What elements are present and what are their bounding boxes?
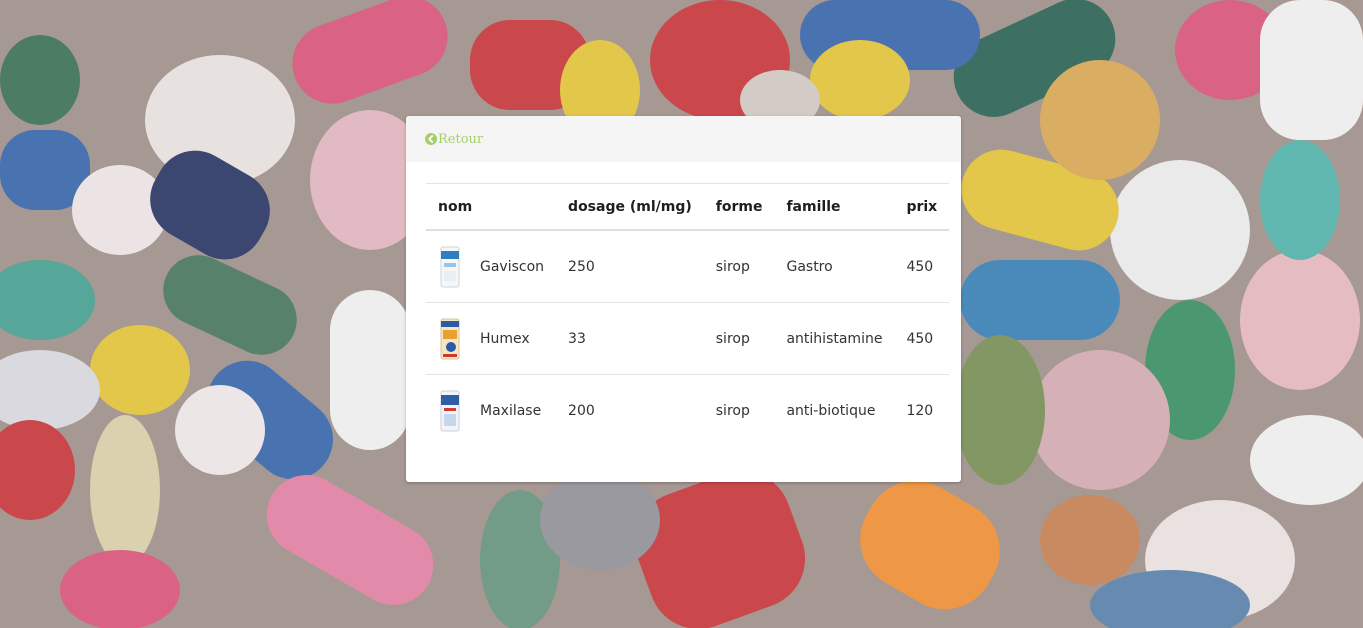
col-header-nom: nom <box>426 183 557 231</box>
product-famille: antihistamine <box>774 302 895 375</box>
product-dosage: 250 <box>556 230 704 303</box>
product-prix: 450 <box>894 302 950 375</box>
table-row[interactable]: Humex 33 sirop antihistamine 450 <box>426 302 950 375</box>
col-header-famille: famille <box>774 183 895 231</box>
chevron-circle-left-icon <box>425 133 437 145</box>
col-header-prix: prix <box>894 183 950 231</box>
product-prix: 120 <box>906 402 934 419</box>
product-prix: 450 <box>894 230 950 303</box>
products-table: nom dosage (ml/mg) forme famille prix Ga… <box>426 183 950 447</box>
table-row[interactable]: Gaviscon 250 sirop Gastro 450 <box>426 230 950 303</box>
product-forme: sirop <box>703 302 775 375</box>
product-image-humex <box>440 318 460 359</box>
col-header-forme: forme <box>703 183 775 231</box>
product-famille: Gastro <box>774 230 895 303</box>
back-link[interactable]: Retour <box>425 132 483 147</box>
table-header-row: nom dosage (ml/mg) forme famille prix <box>426 183 950 231</box>
product-name: Gaviscon <box>480 258 545 275</box>
card-header: Retour <box>406 116 961 162</box>
product-image-maxilase <box>440 390 460 431</box>
back-link-label: Retour <box>438 131 484 147</box>
product-dosage: 200 <box>568 402 595 419</box>
product-forme: sirop <box>703 230 775 303</box>
product-dosage: 33 <box>556 302 704 375</box>
product-image-gaviscon <box>440 246 460 287</box>
product-famille: anti-biotique <box>786 402 876 419</box>
product-card: Retour nom dosage (ml/mg) forme famille … <box>406 116 961 482</box>
product-name: Maxilase <box>480 402 542 419</box>
table-row[interactable]: Maxilase 200 sirop anti-biotique 120 <box>426 375 949 447</box>
product-forme: sirop <box>715 402 750 419</box>
product-name: Humex <box>480 330 530 347</box>
col-header-dosage: dosage (ml/mg) <box>556 183 704 231</box>
